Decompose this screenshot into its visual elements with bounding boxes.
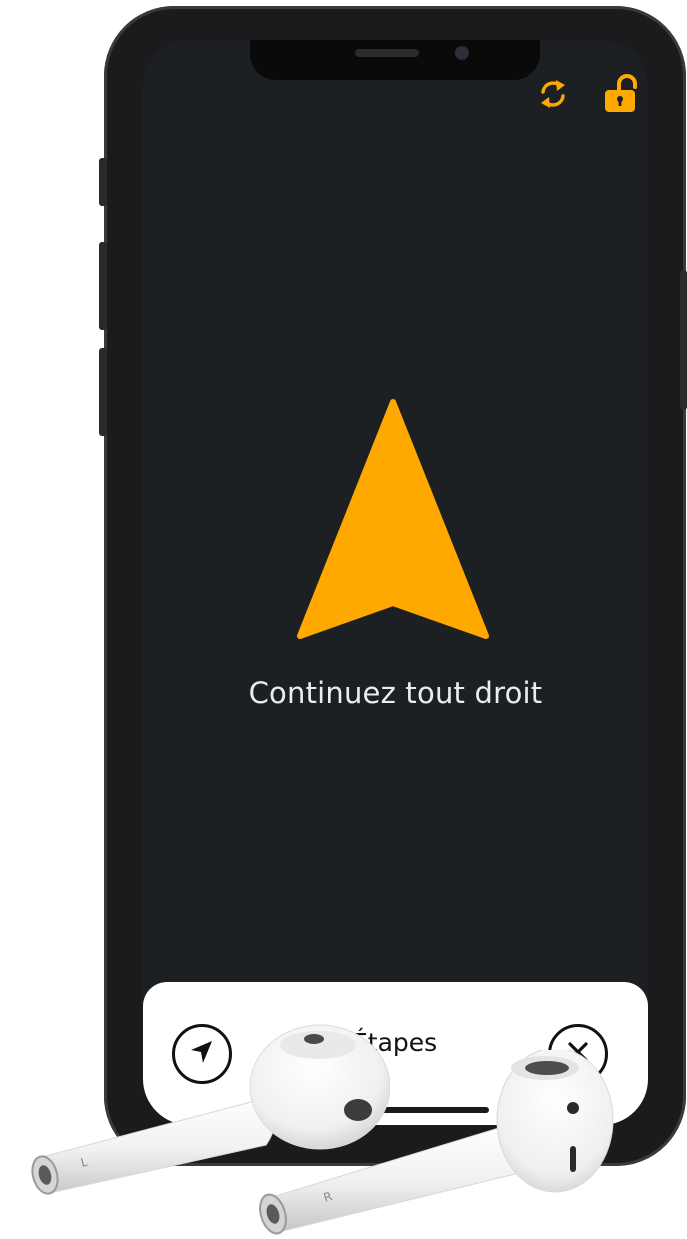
- product-shot: Continuez tout droit Étapes L R: [0, 0, 687, 1239]
- instruction-text: Continuez tout droit: [248, 676, 543, 710]
- unlock-icon[interactable]: [601, 74, 641, 118]
- speaker-grille: [355, 49, 419, 57]
- side-button-silent: [99, 158, 107, 206]
- arrow-up-icon: [293, 398, 493, 648]
- right-earbud: R: [255, 1047, 625, 1239]
- front-camera: [455, 46, 469, 60]
- side-button-volume-up: [99, 242, 107, 330]
- refresh-icon[interactable]: [535, 76, 571, 116]
- app-screen: Continuez tout droit Étapes: [143, 40, 648, 1125]
- notch: [250, 40, 540, 80]
- side-button-volume-down: [99, 348, 107, 436]
- side-button-power: [680, 270, 687, 410]
